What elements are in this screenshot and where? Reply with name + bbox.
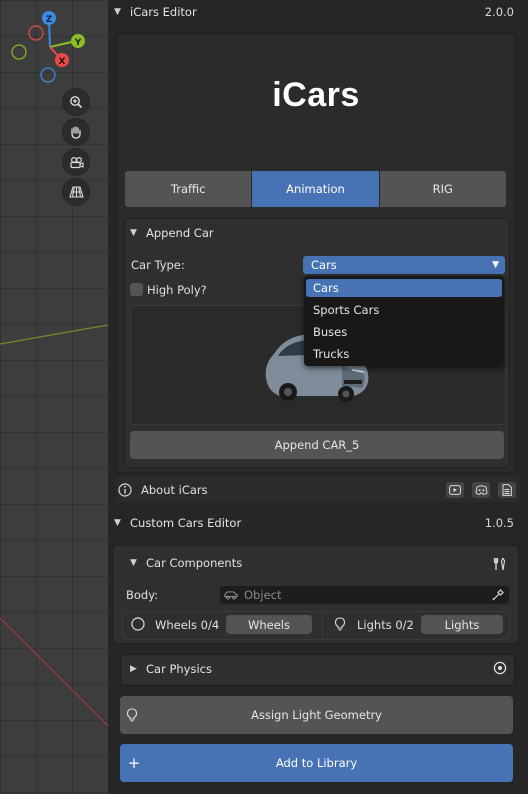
lights-count: Lights 0/2 <box>357 618 414 632</box>
zoom-icon[interactable] <box>63 89 89 115</box>
eyedropper-icon[interactable] <box>491 588 505 602</box>
car-type-menu: Cars Sports Cars Buses Trucks <box>304 276 504 366</box>
discord-icon[interactable] <box>472 482 490 498</box>
hand-pan-icon[interactable] <box>63 119 89 145</box>
car-physics-title: Car Physics <box>146 662 212 676</box>
icars-logo: iCars <box>272 76 360 114</box>
car-physics-header[interactable]: ▶ Car Physics <box>124 658 504 680</box>
append-car-header[interactable]: ▼ Append Car <box>124 222 504 244</box>
custom-panel-header[interactable]: ▼ Custom Cars Editor 1.0.5 <box>108 512 528 534</box>
custom-panel-title: Custom Cars Editor <box>130 516 242 530</box>
wheels-count: Wheels 0/4 <box>155 618 220 632</box>
lightbulb-icon <box>333 617 347 631</box>
lights-button[interactable]: Lights <box>421 615 503 634</box>
wheel-circle-icon <box>131 617 145 631</box>
row-divider <box>322 612 323 638</box>
car-type-label: Car Type: <box>131 258 185 272</box>
viewport-grid-lines <box>0 324 108 727</box>
navigation-gizmo[interactable]: Z Y X <box>0 0 108 90</box>
icars-version: 2.0.0 <box>484 5 514 19</box>
wheels-button[interactable]: Wheels <box>226 615 312 634</box>
gizmo-y-label: Y <box>74 38 82 48</box>
menu-item-buses[interactable]: Buses <box>306 323 502 341</box>
about-icars-label: About iCars <box>141 483 208 497</box>
menu-item-cars[interactable]: Cars <box>306 279 502 297</box>
high-poly-checkbox[interactable] <box>130 283 143 296</box>
chevron-down-icon: ▼ <box>130 558 137 568</box>
add-to-library-button[interactable]: Add to Library <box>120 744 513 782</box>
car-object-icon <box>224 588 238 602</box>
tab-animation[interactable]: Animation <box>252 171 380 207</box>
youtube-icon[interactable] <box>446 482 464 498</box>
assign-light-geometry-button[interactable]: Assign Light Geometry <box>120 696 513 734</box>
tab-traffic[interactable]: Traffic <box>125 171 253 207</box>
car-type-dropdown[interactable]: Cars ▼ <box>303 256 505 274</box>
lightbulb-icon <box>125 708 139 722</box>
3d-viewport[interactable]: Z Y X <box>0 0 108 794</box>
menu-item-trucks[interactable]: Trucks <box>306 345 502 363</box>
physics-settings-icon[interactable] <box>493 661 507 675</box>
car-components-title: Car Components <box>146 556 243 570</box>
sidebar: ▼ iCars Editor 2.0.0 iCars Traffic Anima… <box>108 0 528 794</box>
chevron-down-icon: ▼ <box>130 228 137 238</box>
body-label: Body: <box>126 588 159 602</box>
body-object-field[interactable]: Object <box>220 586 509 604</box>
icars-tabs: Traffic Animation RIG <box>125 171 506 207</box>
chevron-down-icon: ▼ <box>492 260 499 270</box>
chevron-down-icon: ▼ <box>114 7 121 17</box>
menu-item-sports-cars[interactable]: Sports Cars <box>306 301 502 319</box>
wrench-screwdriver-icon[interactable] <box>492 556 508 572</box>
body-field-placeholder: Object <box>244 588 282 602</box>
chevron-right-icon: ▶ <box>130 664 137 674</box>
append-car-button[interactable]: Append CAR_5 <box>130 431 504 459</box>
document-icon[interactable] <box>498 482 516 498</box>
camera-view-icon[interactable] <box>63 149 89 175</box>
car-type-value: Cars <box>311 258 337 272</box>
tab-rig[interactable]: RIG <box>379 171 506 207</box>
append-car-title: Append Car <box>146 226 214 240</box>
chevron-down-icon: ▼ <box>114 518 121 528</box>
high-poly-label: High Poly? <box>147 283 207 297</box>
icars-panel-header[interactable]: ▼ iCars Editor 2.0.0 <box>108 1 528 23</box>
grid-perspective-icon[interactable] <box>63 179 89 205</box>
plus-icon: + <box>127 754 141 772</box>
car-components-header[interactable]: ▼ Car Components <box>124 552 504 574</box>
gizmo-x-label: X <box>59 57 66 67</box>
info-icon <box>118 483 132 497</box>
icars-panel-title: iCars Editor <box>130 5 197 19</box>
gizmo-z-label: Z <box>46 15 53 25</box>
custom-version: 1.0.5 <box>484 516 514 530</box>
